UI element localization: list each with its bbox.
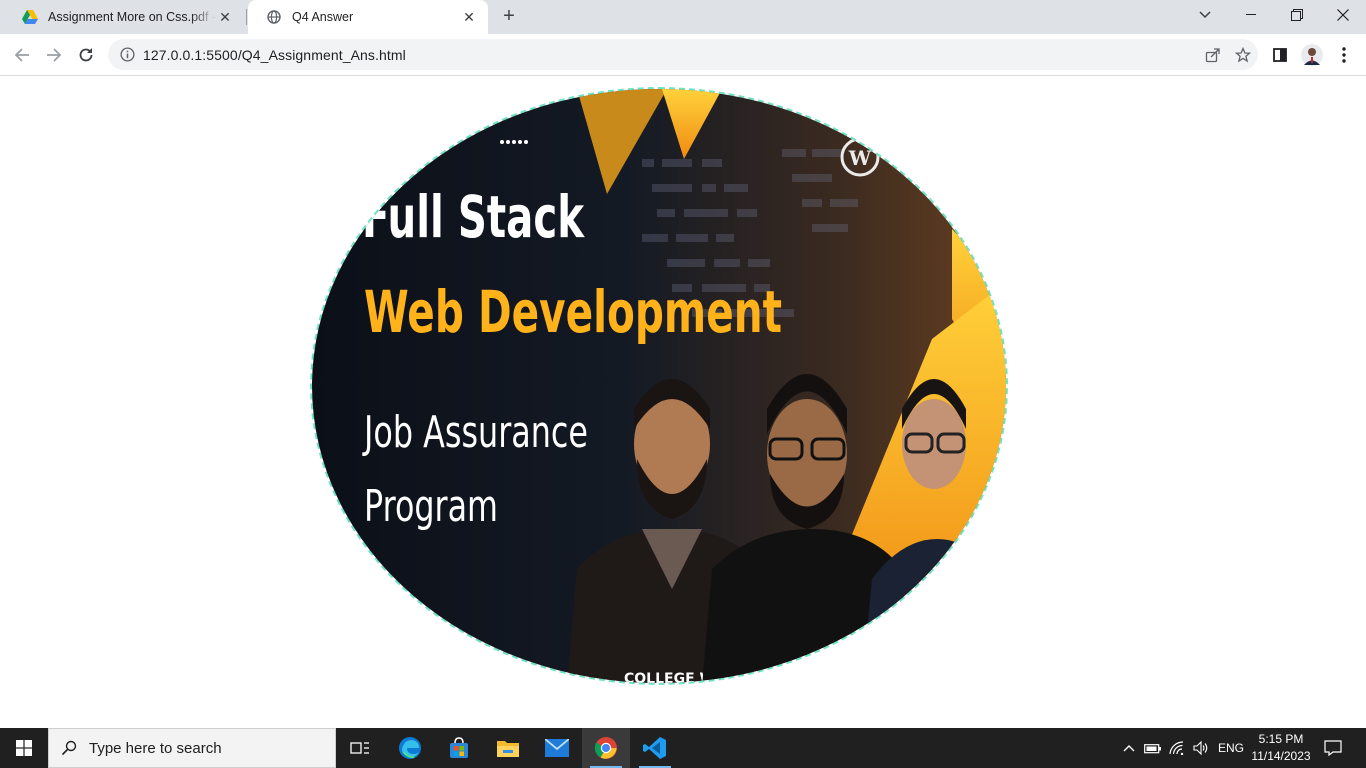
- avatar-icon: [1301, 44, 1323, 66]
- clock[interactable]: 5:15 PM 11/14/2023: [1246, 731, 1316, 765]
- mail-icon: [545, 739, 569, 757]
- hero-image-oval: W Full Stack Web Development Job Assuran…: [310, 87, 1008, 685]
- google-drive-icon: [22, 9, 38, 25]
- start-button[interactable]: [0, 728, 48, 768]
- mail-taskbar-button[interactable]: [533, 728, 581, 768]
- arrow-left-icon: [14, 48, 29, 62]
- plus-icon: +: [503, 4, 515, 27]
- side-panel-icon: [1273, 48, 1287, 62]
- restore-icon: [1291, 9, 1303, 21]
- headline-full-stack: Full Stack: [362, 183, 585, 251]
- tab-q4-answer[interactable]: Q4 Answer ✕: [248, 0, 488, 34]
- new-tab-button[interactable]: +: [498, 5, 520, 27]
- tab-search-button[interactable]: [1182, 0, 1228, 30]
- shirt-logo-text: COLLEGE W: [624, 671, 715, 685]
- tab-title: Assignment More on Css.pdf - G: [48, 10, 216, 24]
- windows-taskbar: Type here to search ENG 5:15 PM 11/14/20…: [0, 728, 1366, 768]
- store-taskbar-button[interactable]: [435, 728, 483, 768]
- forward-button[interactable]: [41, 42, 67, 68]
- task-view-button[interactable]: [336, 728, 384, 768]
- edge-icon: [399, 737, 421, 759]
- tab-strip: Assignment More on Css.pdf - G ✕ Q4 Answ…: [0, 0, 1366, 34]
- minimize-icon: [1246, 14, 1256, 15]
- bookmark-star-icon[interactable]: [1228, 46, 1258, 63]
- file-explorer-taskbar-button[interactable]: [484, 728, 532, 768]
- show-hidden-icons-button[interactable]: [1118, 728, 1140, 768]
- headline-web-development: Web Development: [364, 278, 782, 346]
- search-icon: [49, 740, 89, 756]
- input-language[interactable]: ENG: [1214, 728, 1248, 768]
- share-icon[interactable]: [1198, 47, 1228, 63]
- profile-avatar[interactable]: [1300, 43, 1324, 67]
- chrome-icon: [594, 737, 617, 759]
- battery-icon: [1144, 744, 1161, 754]
- search-placeholder: Type here to search: [89, 739, 222, 757]
- headline-job-assurance: Job Assurance: [362, 407, 588, 458]
- close-window-button[interactable]: [1320, 0, 1366, 30]
- course-banner-image: W Full Stack Web Development Job Assuran…: [312, 89, 1006, 685]
- headline-program: Program: [364, 481, 498, 532]
- reload-button[interactable]: [73, 42, 99, 68]
- svg-text:W: W: [848, 146, 872, 170]
- page-content: W Full Stack Web Development Job Assuran…: [0, 77, 1366, 728]
- clock-date: 11/14/2023: [1251, 749, 1311, 763]
- back-button[interactable]: [9, 42, 35, 68]
- browser-toolbar: 127.0.0.1:5500/Q4_Assignment_Ans.html: [0, 34, 1366, 76]
- side-panel-button[interactable]: [1268, 43, 1292, 67]
- arrow-right-icon: [47, 48, 62, 62]
- reload-icon: [79, 48, 93, 62]
- menu-button[interactable]: [1332, 43, 1356, 67]
- tab-assignment-pdf[interactable]: Assignment More on Css.pdf - G ✕: [4, 0, 244, 34]
- chrome-taskbar-button[interactable]: [582, 728, 630, 768]
- windows-logo-icon: [16, 740, 32, 756]
- close-tab-icon[interactable]: ✕: [460, 8, 478, 26]
- chevron-down-icon: [1199, 11, 1211, 19]
- close-icon: [1337, 9, 1349, 21]
- battery-status[interactable]: [1142, 728, 1164, 768]
- taskbar-search-box[interactable]: Type here to search: [48, 728, 336, 768]
- network-status[interactable]: [1166, 728, 1188, 768]
- address-bar[interactable]: 127.0.0.1:5500/Q4_Assignment_Ans.html: [108, 39, 1258, 70]
- speaker-icon: [1193, 741, 1208, 755]
- wifi-icon: [1169, 741, 1184, 755]
- clock-time: 5:15 PM: [1258, 732, 1304, 746]
- notification-icon: [1324, 740, 1342, 756]
- globe-icon: [266, 9, 282, 25]
- restore-button[interactable]: [1274, 0, 1320, 30]
- info-icon[interactable]: [119, 47, 135, 63]
- more-vert-icon: [1342, 47, 1346, 63]
- minimize-button[interactable]: [1228, 0, 1274, 30]
- chevron-up-icon: [1123, 745, 1135, 752]
- vscode-icon: [643, 737, 666, 759]
- close-tab-icon[interactable]: ✕: [216, 8, 234, 26]
- store-icon: [450, 737, 468, 758]
- tab-divider: [246, 9, 247, 25]
- folder-icon: [497, 741, 519, 757]
- task-view-icon: [350, 742, 369, 754]
- vscode-taskbar-button[interactable]: [631, 728, 679, 768]
- edge-taskbar-button[interactable]: [386, 728, 434, 768]
- url-text[interactable]: 127.0.0.1:5500/Q4_Assignment_Ans.html: [143, 47, 1198, 63]
- notifications-button[interactable]: [1318, 728, 1348, 768]
- volume-control[interactable]: [1190, 728, 1212, 768]
- tab-title: Q4 Answer: [292, 10, 354, 24]
